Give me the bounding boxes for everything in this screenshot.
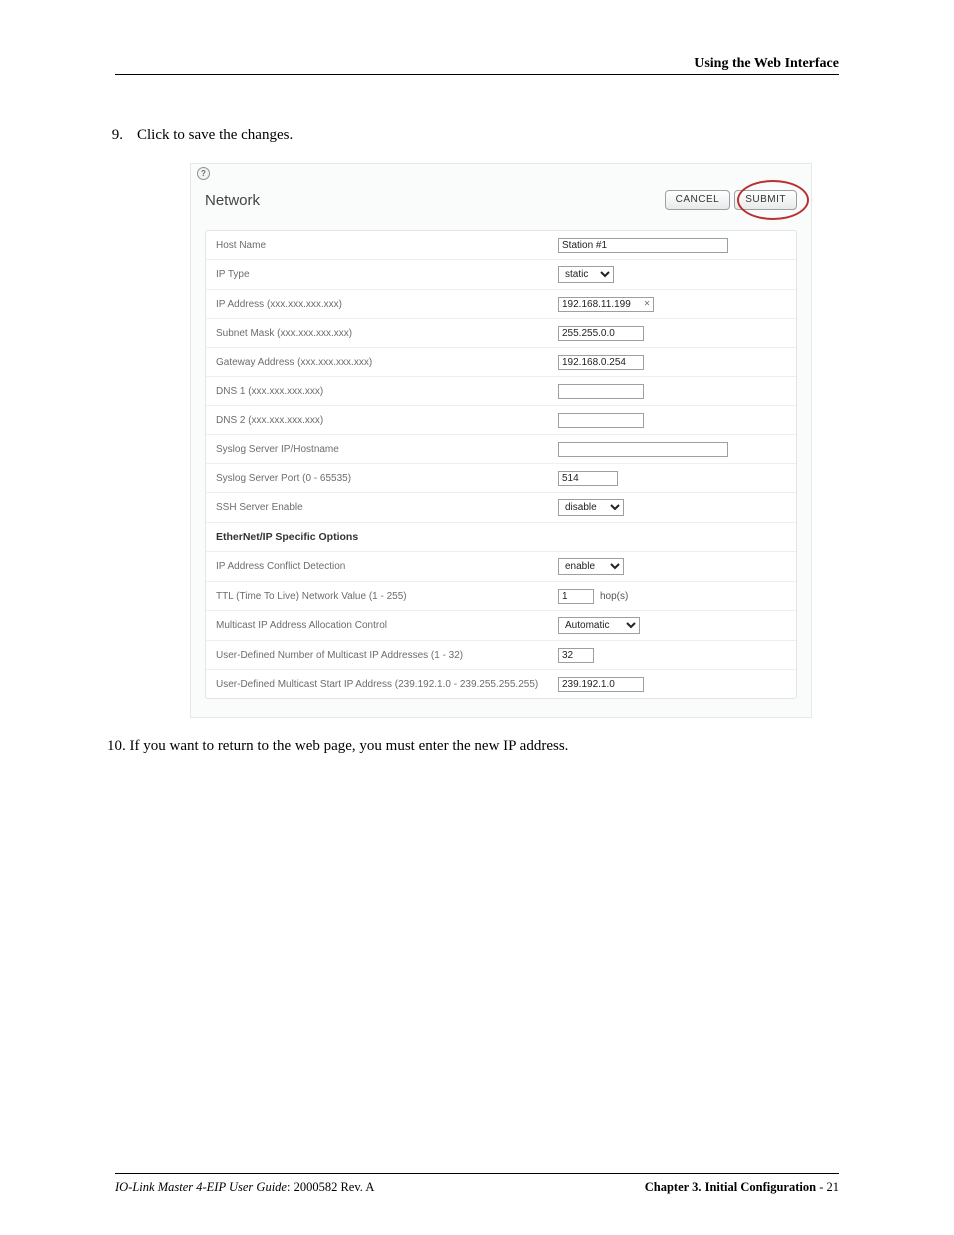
ttl-unit: hop(s) [600, 591, 628, 602]
mcast-count-label: User-Defined Number of Multicast IP Addr… [216, 650, 558, 661]
network-config-screenshot: ? Network CANCEL SUBMIT Host Name IP Typ… [190, 163, 812, 718]
row-dns1: DNS 1 (xxx.xxx.xxx.xxx) [206, 377, 796, 406]
syslog-port-label: Syslog Server Port (0 - 65535) [216, 473, 558, 484]
syslog-host-label: Syslog Server IP/Hostname [216, 444, 558, 455]
ttl-label: TTL (Time To Live) Network Value (1 - 25… [216, 591, 558, 602]
row-ssh-enable: SSH Server Enable disable [206, 493, 796, 523]
gateway-label: Gateway Address (xxx.xxx.xxx.xxx) [216, 357, 558, 368]
row-subnet-mask: Subnet Mask (xxx.xxx.xxx.xxx) [206, 319, 796, 348]
row-syslog-host: Syslog Server IP/Hostname [206, 435, 796, 464]
row-host-name: Host Name [206, 231, 796, 260]
host-name-label: Host Name [216, 240, 558, 251]
ip-type-label: IP Type [216, 269, 558, 280]
row-syslog-port: Syslog Server Port (0 - 65535) [206, 464, 796, 493]
footer-doc-title: IO-Link Master 4-EIP User Guide [115, 1180, 287, 1194]
dns2-label: DNS 2 (xxx.xxx.xxx.xxx) [216, 415, 558, 426]
subnet-mask-input[interactable] [558, 326, 644, 341]
row-gateway: Gateway Address (xxx.xxx.xxx.xxx) [206, 348, 796, 377]
ip-type-select[interactable]: static [558, 266, 614, 283]
config-card: Host Name IP Type static IP Address (xxx… [205, 230, 797, 699]
footer-doc-rev: : 2000582 Rev. A [287, 1180, 374, 1194]
running-header: Using the Web Interface [115, 56, 839, 72]
subnet-mask-label: Subnet Mask (xxx.xxx.xxx.xxx) [216, 328, 558, 339]
row-acd: IP Address Conflict Detection enable [206, 552, 796, 582]
syslog-port-input[interactable] [558, 471, 618, 486]
step-9-number: 9. [105, 125, 123, 145]
host-name-input[interactable] [558, 238, 728, 253]
row-dns2: DNS 2 (xxx.xxx.xxx.xxx) [206, 406, 796, 435]
footer-rule [115, 1173, 839, 1174]
footer-right: Chapter 3. Initial Configuration - 21 [645, 1180, 839, 1195]
panel-title: Network [205, 192, 260, 209]
row-mcast-count: User-Defined Number of Multicast IP Addr… [206, 641, 796, 670]
footer-chapter: Chapter 3. Initial Configuration [645, 1180, 816, 1194]
mcast-alloc-label: Multicast IP Address Allocation Control [216, 620, 558, 631]
row-ip-type: IP Type static [206, 260, 796, 290]
acd-label: IP Address Conflict Detection [216, 561, 558, 572]
mcast-alloc-select[interactable]: Automatic [558, 617, 640, 634]
acd-select[interactable]: enable [558, 558, 624, 575]
ttl-input[interactable] [558, 589, 594, 604]
row-ttl: TTL (Time To Live) Network Value (1 - 25… [206, 582, 796, 611]
step-9: 9. Click to save the changes. [105, 125, 839, 145]
ip-address-input[interactable] [558, 297, 654, 312]
row-ip-address: IP Address (xxx.xxx.xxx.xxx) × [206, 290, 796, 319]
clear-ip-icon[interactable]: × [644, 299, 650, 310]
gateway-input[interactable] [558, 355, 644, 370]
header-rule [115, 74, 839, 75]
row-mcast-alloc: Multicast IP Address Allocation Control … [206, 611, 796, 641]
mcast-start-label: User-Defined Multicast Start IP Address … [216, 679, 558, 690]
section-eip-header: EtherNet/IP Specific Options [206, 523, 796, 552]
footer-page-number: - 21 [816, 1180, 839, 1194]
mcast-count-input[interactable] [558, 648, 594, 663]
mcast-start-input[interactable] [558, 677, 644, 692]
ip-address-label: IP Address (xxx.xxx.xxx.xxx) [216, 299, 558, 310]
dns1-input[interactable] [558, 384, 644, 399]
step-10: 10. If you want to return to the web pag… [107, 736, 839, 756]
syslog-host-input[interactable] [558, 442, 728, 457]
footer-left: IO-Link Master 4-EIP User Guide: 2000582… [115, 1180, 374, 1195]
ssh-enable-label: SSH Server Enable [216, 502, 558, 513]
dns2-input[interactable] [558, 413, 644, 428]
row-mcast-start: User-Defined Multicast Start IP Address … [206, 670, 796, 698]
submit-button[interactable]: SUBMIT [734, 190, 797, 210]
cancel-button[interactable]: CANCEL [665, 190, 731, 210]
dns1-label: DNS 1 (xxx.xxx.xxx.xxx) [216, 386, 558, 397]
step-9-text: Click to save the changes. [137, 125, 839, 145]
ssh-enable-select[interactable]: disable [558, 499, 624, 516]
help-icon[interactable]: ? [197, 167, 210, 180]
